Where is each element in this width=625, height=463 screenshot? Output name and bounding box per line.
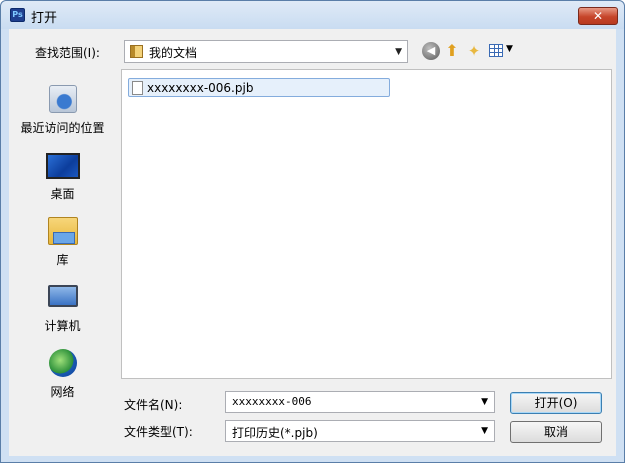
network-icon bbox=[49, 349, 77, 377]
filetype-select[interactable]: 打印历史(*.pjb) ▼ bbox=[225, 420, 495, 442]
lookin-dropdown[interactable]: 我的文档 ▼ bbox=[124, 40, 408, 63]
view-menu-icon[interactable]: ▼ bbox=[489, 42, 515, 60]
filetype-value: 打印历史(*.pjb) bbox=[232, 426, 318, 440]
file-name: xxxxxxxx-006.pjb bbox=[147, 81, 254, 95]
dialog-title: 打开 bbox=[31, 11, 58, 26]
filename-label: 文件名(N): bbox=[124, 398, 183, 412]
filename-combo[interactable]: ▼ bbox=[225, 391, 495, 413]
chevron-down-icon: ▼ bbox=[395, 47, 402, 57]
libraries-icon bbox=[48, 217, 78, 245]
place-label: 最近访问的位置 bbox=[20, 121, 105, 135]
close-button[interactable]: ✕ bbox=[578, 7, 618, 25]
place-network[interactable]: 网络 bbox=[9, 345, 116, 411]
place-desktop[interactable]: 桌面 bbox=[9, 147, 116, 213]
place-label: 网络 bbox=[50, 385, 75, 399]
list-item[interactable]: xxxxxxxx-006.pjb bbox=[128, 78, 390, 97]
new-folder-icon[interactable]: ✦ bbox=[465, 42, 483, 60]
folder-icon bbox=[130, 45, 143, 58]
computer-icon bbox=[48, 285, 78, 307]
place-label: 计算机 bbox=[44, 319, 81, 333]
filename-input[interactable] bbox=[232, 395, 472, 408]
file-icon bbox=[132, 81, 143, 95]
photoshop-app-icon: Ps bbox=[10, 8, 25, 22]
place-recent[interactable]: 最近访问的位置 bbox=[9, 81, 116, 147]
title-bar[interactable]: Ps 打开 ✕ bbox=[1, 1, 624, 29]
cancel-button[interactable]: 取消 bbox=[510, 421, 602, 443]
view-grid-icon bbox=[489, 44, 503, 57]
filetype-label: 文件类型(T): bbox=[124, 425, 193, 439]
lookin-label: 查找范围(I): bbox=[35, 46, 100, 60]
open-button[interactable]: 打开(O) bbox=[510, 392, 602, 414]
lookin-value: 我的文档 bbox=[149, 46, 198, 60]
open-dialog: Ps 打开 ✕ 查找范围(I): 我的文档 ▼ ◀ ⬆ ✦ ▼ 最近访问的位置 … bbox=[0, 0, 625, 463]
places-bar: 最近访问的位置 桌面 库 计算机 网络 bbox=[9, 69, 116, 453]
desktop-icon bbox=[46, 153, 80, 179]
recent-places-icon bbox=[49, 85, 77, 113]
dialog-body: 查找范围(I): 我的文档 ▼ ◀ ⬆ ✦ ▼ 最近访问的位置 桌面 库 计算机… bbox=[9, 29, 616, 456]
chevron-down-icon[interactable]: ▼ bbox=[481, 397, 488, 407]
file-list[interactable]: xxxxxxxx-006.pjb bbox=[121, 69, 612, 379]
place-label: 桌面 bbox=[50, 187, 75, 201]
up-folder-icon[interactable]: ⬆ bbox=[443, 42, 461, 60]
place-libraries[interactable]: 库 bbox=[9, 213, 116, 279]
chevron-down-icon: ▼ bbox=[506, 44, 513, 54]
place-label: 库 bbox=[56, 253, 69, 267]
chevron-down-icon: ▼ bbox=[481, 426, 488, 436]
place-computer[interactable]: 计算机 bbox=[9, 279, 116, 345]
back-icon[interactable]: ◀ bbox=[422, 42, 440, 60]
